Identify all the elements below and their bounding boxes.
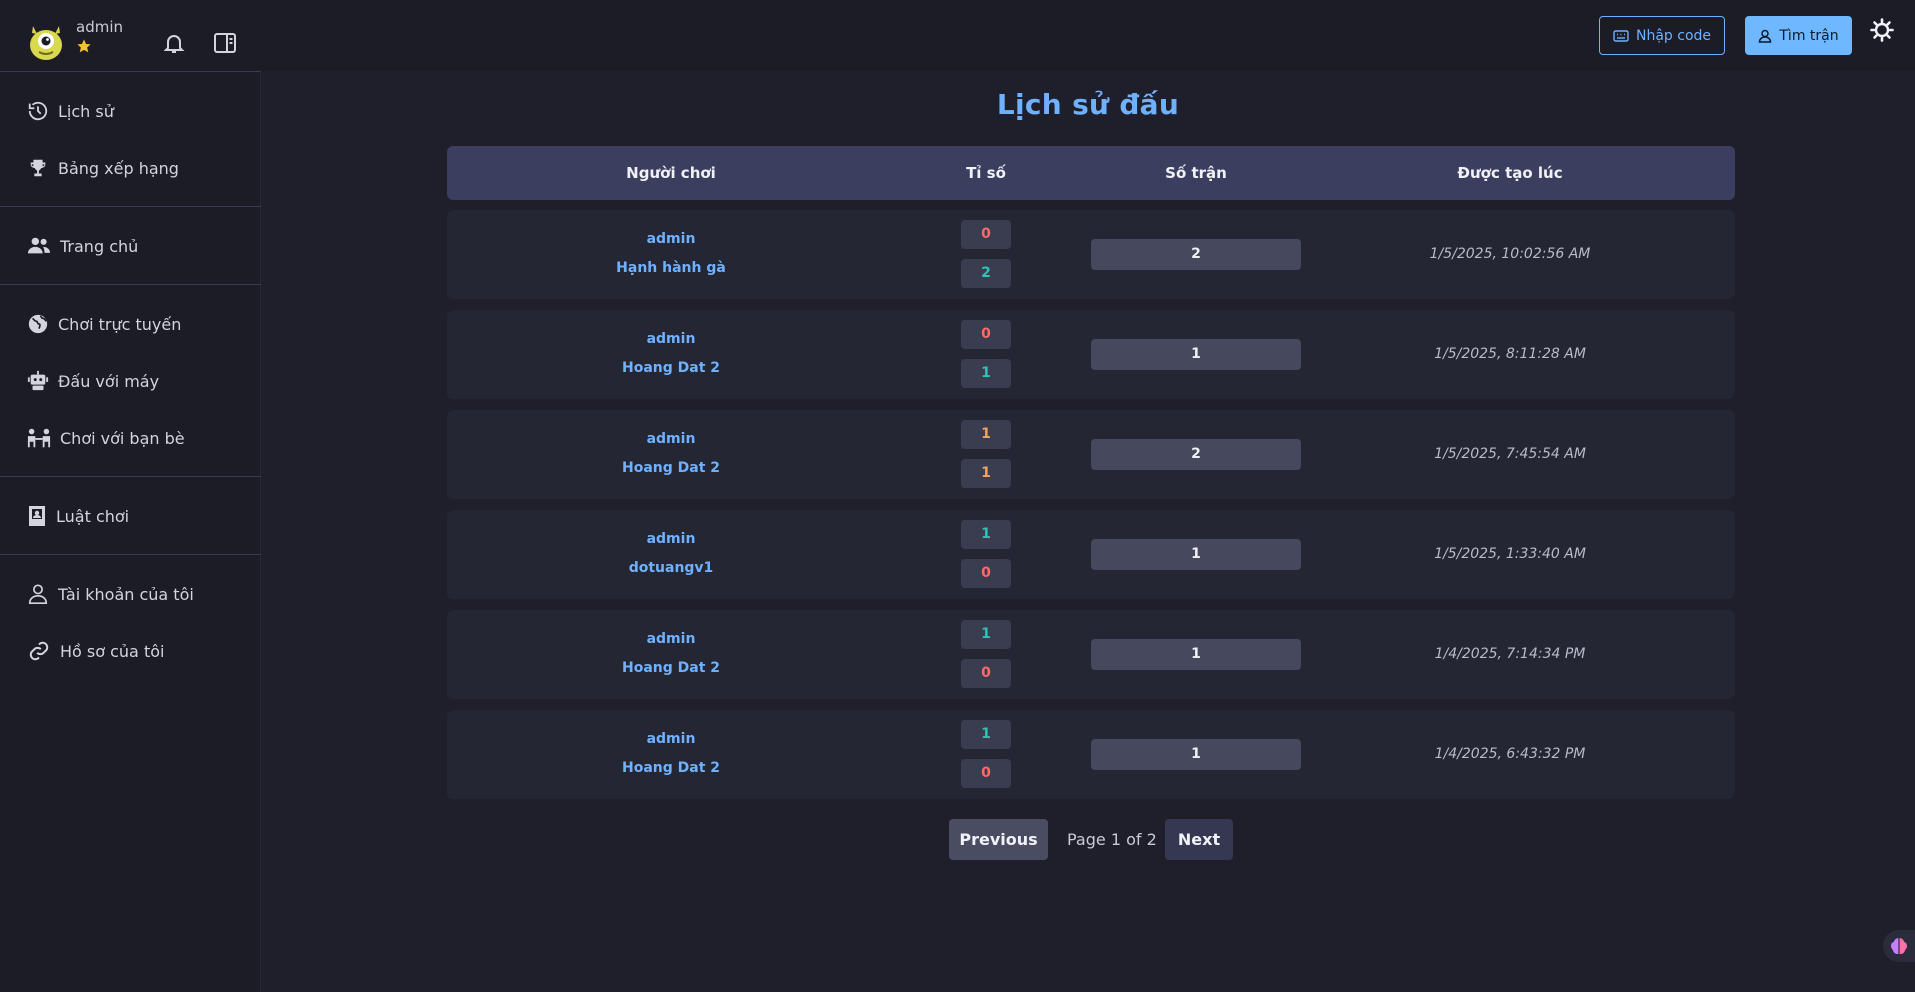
player-two-name[interactable]: Hoang Dat 2 bbox=[622, 360, 720, 376]
username: admin bbox=[76, 18, 123, 36]
table-row[interactable]: admin Hoang Dat 2 1 0 1 1/4/2025, 6:43:32 PM bbox=[447, 710, 1735, 799]
enter-code-label: Nhập code bbox=[1635, 27, 1712, 44]
created-at: 1/5/2025, 7:45:54 AM bbox=[1434, 446, 1586, 462]
created-at: 1/5/2025, 1:33:40 AM bbox=[1434, 546, 1586, 562]
column-header-player: Người chơi bbox=[626, 164, 716, 182]
player-two-score: 0 bbox=[961, 559, 1011, 588]
sidebar-item-label: Luật chơi bbox=[56, 506, 130, 526]
match-count: 2 bbox=[1091, 439, 1301, 470]
table-row[interactable]: admin Hoang Dat 2 1 0 1 1/4/2025, 7:14:34 PM bbox=[447, 610, 1735, 699]
player-two-name[interactable]: Hoang Dat 2 bbox=[622, 760, 720, 776]
player-one-name[interactable]: admin bbox=[647, 331, 696, 347]
player-one-score: 1 bbox=[961, 520, 1011, 549]
page-indicator: Page 1 of 2 bbox=[1067, 830, 1157, 849]
player-two-name[interactable]: dotuangv1 bbox=[629, 560, 714, 576]
sidebar-item-label: Đấu với máy bbox=[58, 371, 160, 391]
sidebar-item-play-online[interactable]: Chơi trực tuyến bbox=[0, 301, 261, 347]
player-one-name[interactable]: admin bbox=[647, 231, 696, 247]
sidebar-item-label: Chơi với bạn bè bbox=[60, 428, 185, 448]
sidebar-item-leaderboard[interactable]: Bảng xếp hạng bbox=[0, 145, 261, 191]
player-one-name[interactable]: admin bbox=[647, 431, 696, 447]
player-two-name[interactable]: Hoang Dat 2 bbox=[622, 460, 720, 476]
sidebar-item-home[interactable]: Trang chủ bbox=[0, 223, 261, 269]
column-header-score: Tỉ số bbox=[966, 164, 1006, 182]
avatar[interactable] bbox=[28, 18, 64, 62]
sidebar-item-vs-bot[interactable]: Đấu với máy bbox=[0, 358, 261, 404]
player-two-name[interactable]: Hoang Dat 2 bbox=[622, 660, 720, 676]
table-row[interactable]: admin Hoang Dat 2 0 1 1 1/5/2025, 8:11:28 AM bbox=[447, 310, 1735, 399]
link-icon bbox=[29, 641, 49, 661]
sidebar-item-label: Tài khoản của tôi bbox=[58, 584, 194, 604]
player-one-score: 1 bbox=[961, 620, 1011, 649]
sidebar-item-label: Hồ sơ của tôi bbox=[60, 641, 165, 661]
player-two-score: 1 bbox=[961, 459, 1011, 488]
find-match-label: Tìm trận bbox=[1779, 27, 1839, 44]
player-two-score: 0 bbox=[961, 759, 1011, 788]
player-two-score: 2 bbox=[961, 259, 1011, 288]
user-icon bbox=[28, 584, 48, 604]
table-row[interactable]: admin dotuangv1 1 0 1 1/5/2025, 1:33:40 AM bbox=[447, 510, 1735, 599]
match-count: 1 bbox=[1091, 339, 1301, 370]
player-two-score: 0 bbox=[961, 659, 1011, 688]
player-two-score: 1 bbox=[961, 359, 1011, 388]
player-one-score: 1 bbox=[961, 720, 1011, 749]
next-page-button[interactable]: Next bbox=[1165, 819, 1233, 860]
keyboard-icon bbox=[1613, 29, 1629, 42]
history-icon bbox=[28, 101, 48, 121]
previous-page-button[interactable]: Previous bbox=[949, 819, 1048, 860]
brain-icon[interactable] bbox=[1883, 930, 1915, 962]
table-header: Người chơi Tỉ số Số trận Được tạo lúc bbox=[447, 146, 1735, 200]
sidebar-item-rules[interactable]: Luật chơi bbox=[0, 493, 261, 539]
sidebar-item-history[interactable]: Lịch sử bbox=[0, 88, 261, 134]
rulebook-icon bbox=[29, 506, 45, 526]
player-one-score: 0 bbox=[961, 320, 1011, 349]
player-two-name[interactable]: Hạnh hành gà bbox=[616, 260, 726, 276]
users-icon bbox=[27, 237, 51, 254]
sidebar-item-my-profile[interactable]: Hồ sơ của tôi bbox=[0, 628, 261, 674]
globe-icon bbox=[28, 314, 48, 334]
column-header-created: Được tạo lúc bbox=[1457, 164, 1563, 182]
sidebar-item-label: Chơi trực tuyến bbox=[58, 314, 182, 334]
user-block[interactable]: admin bbox=[28, 18, 123, 62]
sidebar-item-label: Trang chủ bbox=[60, 236, 139, 256]
table-row[interactable]: admin Hoang Dat 2 1 1 2 1/5/2025, 7:45:54 AM bbox=[447, 410, 1735, 499]
table-row[interactable]: admin Hạnh hành gà 0 2 2 1/5/2025, 10:02:56 A… bbox=[447, 210, 1735, 299]
sidebar-toggle-icon[interactable] bbox=[214, 33, 236, 53]
player-one-score: 1 bbox=[961, 420, 1011, 449]
trophy-icon bbox=[30, 159, 46, 177]
top-bar: admin Nhập code Tìm trận bbox=[0, 0, 1915, 71]
friends-icon bbox=[27, 428, 51, 448]
player-one-name[interactable]: admin bbox=[647, 531, 696, 547]
sidebar-item-play-friends[interactable]: Chơi với bạn bè bbox=[0, 415, 261, 461]
player-one-name[interactable]: admin bbox=[647, 631, 696, 647]
match-count: 1 bbox=[1091, 539, 1301, 570]
sidebar-item-label: Lịch sử bbox=[58, 101, 114, 121]
match-count: 1 bbox=[1091, 739, 1301, 770]
star-icon bbox=[77, 39, 91, 53]
sidebar-item-label: Bảng xếp hạng bbox=[58, 158, 179, 178]
sidebar-item-my-account[interactable]: Tài khoản của tôi bbox=[0, 571, 261, 617]
enter-code-button[interactable]: Nhập code bbox=[1599, 16, 1725, 55]
match-count: 2 bbox=[1091, 239, 1301, 270]
player-one-score: 0 bbox=[961, 220, 1011, 249]
created-at: 1/4/2025, 7:14:34 PM bbox=[1434, 646, 1586, 662]
find-match-button[interactable]: Tìm trận bbox=[1745, 16, 1852, 55]
theme-toggle-icon[interactable] bbox=[1870, 18, 1894, 42]
robot-icon bbox=[27, 370, 49, 391]
user-icon bbox=[1759, 29, 1772, 43]
page-title: Lịch sử đấu bbox=[996, 88, 1180, 121]
bell-icon[interactable] bbox=[162, 31, 186, 55]
column-header-matches: Số trận bbox=[1165, 164, 1227, 182]
created-at: 1/5/2025, 8:11:28 AM bbox=[1434, 346, 1586, 362]
match-count: 1 bbox=[1091, 639, 1301, 670]
player-one-name[interactable]: admin bbox=[647, 731, 696, 747]
created-at: 1/4/2025, 6:43:32 PM bbox=[1434, 746, 1586, 762]
sidebar: Lịch sử Bảng xếp hạng Trang chủ Chơi trự… bbox=[0, 71, 261, 992]
created-at: 1/5/2025, 10:02:56 AM bbox=[1429, 246, 1591, 262]
